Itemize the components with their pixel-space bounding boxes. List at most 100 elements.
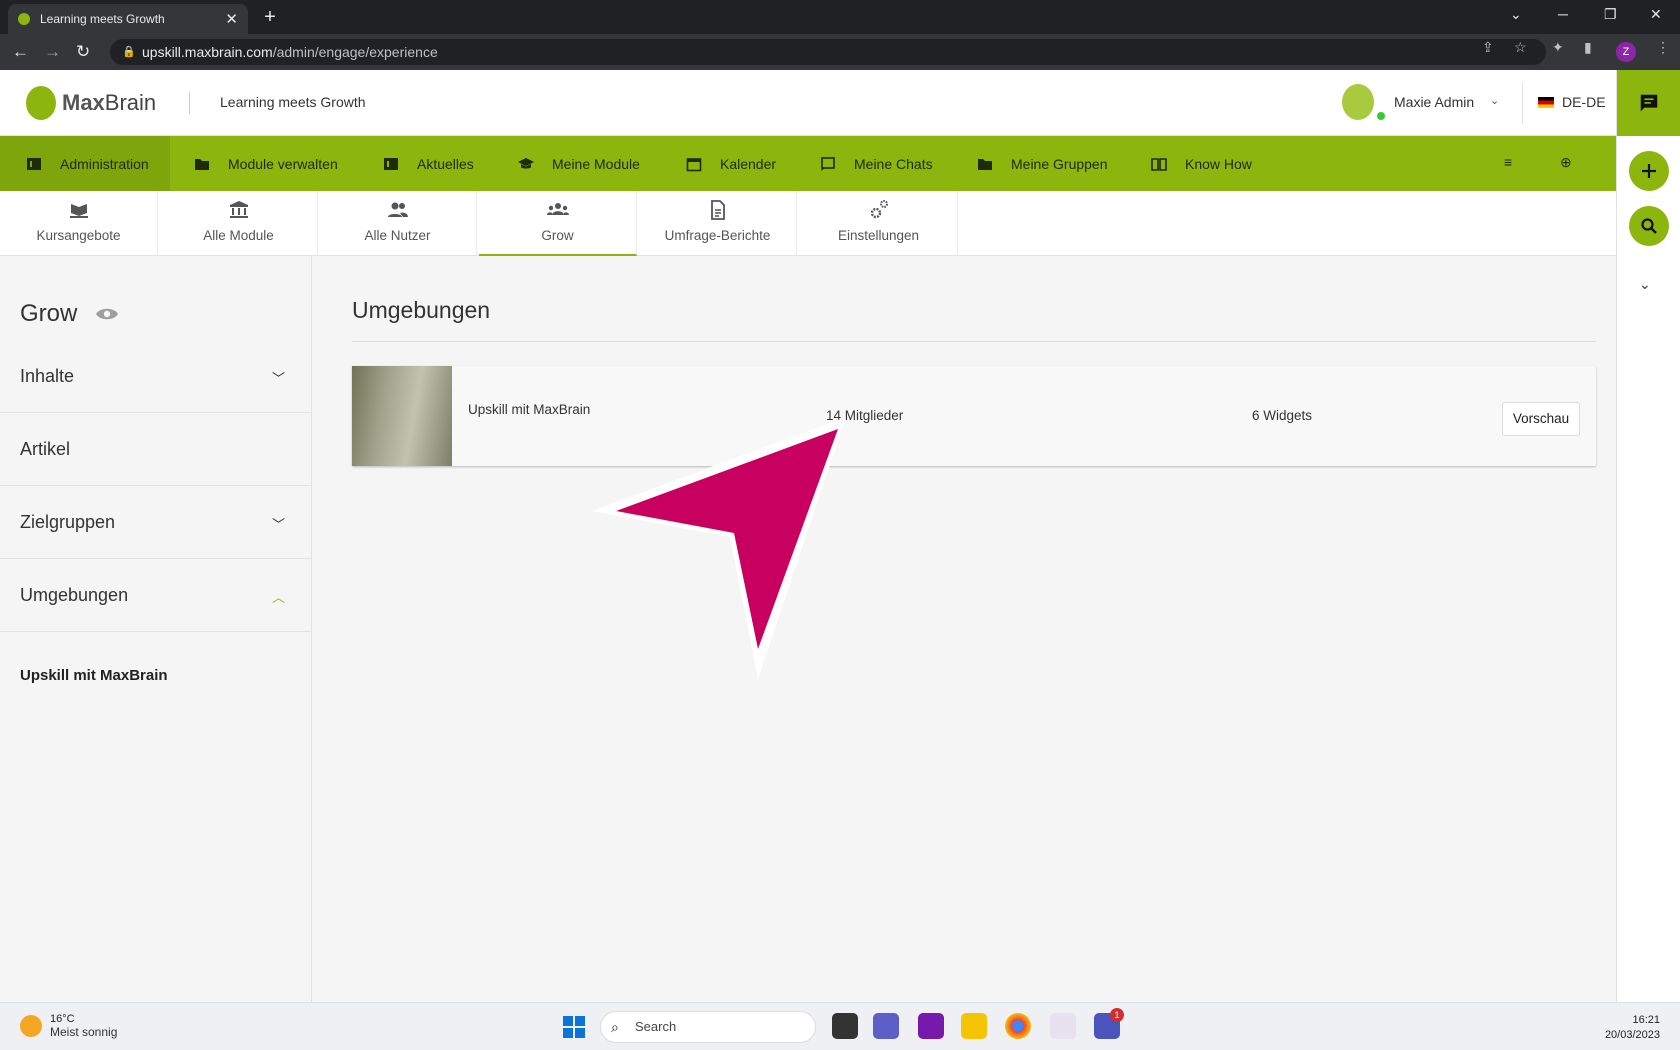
sidebar-item-inhalte[interactable]: Inhalte ﹀ — [0, 340, 311, 413]
url-path: /admin/engage/experience — [272, 44, 438, 60]
sidepanel-icon[interactable]: ▮ — [1584, 39, 1592, 56]
news-icon — [384, 157, 398, 170]
search-icon — [1641, 218, 1657, 234]
windows-start-icon[interactable] — [563, 1016, 585, 1038]
nav-module-verwalten[interactable]: Module verwalten — [194, 136, 338, 191]
add-button[interactable] — [1629, 151, 1669, 191]
sidebar-item-artikel[interactable]: Artikel — [0, 413, 311, 486]
sidebar-item-label: Artikel — [20, 439, 71, 459]
language-selector[interactable]: DE-DE — [1538, 94, 1606, 110]
nav-label: Kalender — [720, 155, 777, 172]
weather-widget[interactable]: 16°C Meist sonnig — [20, 1013, 117, 1039]
right-rail: ⌄ — [1616, 70, 1680, 1002]
extensions-icon[interactable]: ✦ — [1552, 39, 1564, 56]
nav-label: Meine Module — [552, 155, 640, 172]
maxbrain-logo[interactable]: MaxBrain — [26, 86, 156, 120]
reload-icon[interactable]: ↻ — [76, 42, 90, 62]
nav-label: Know How — [1185, 155, 1252, 172]
sidebar-item-umgebungen[interactable]: Umgebungen ︿ — [0, 559, 311, 632]
chevron-down-icon: ﹀ — [272, 517, 286, 532]
chevron-down-icon[interactable]: ⌄ — [1490, 94, 1499, 107]
language-label: DE-DE — [1562, 94, 1606, 110]
sidebar-item-label: Inhalte — [20, 366, 75, 386]
brain-logo-icon — [26, 86, 56, 120]
chrome-icon[interactable] — [1005, 1013, 1031, 1039]
tab-umfrage-berichte[interactable]: Umfrage-Berichte — [639, 191, 797, 256]
logo-text-bold: Max — [62, 90, 105, 115]
teams-chat-icon[interactable] — [873, 1013, 899, 1039]
browser-tab[interactable]: Learning meets Growth ✕ — [8, 4, 248, 34]
sidebar-item-zielgruppen[interactable]: Zielgruppen ﹀ — [0, 486, 311, 559]
tab-alle-nutzer[interactable]: Alle Nutzer — [319, 191, 477, 256]
chevron-down-icon[interactable]: ⌄ — [1639, 276, 1651, 293]
close-tab-icon[interactable]: ✕ — [225, 10, 238, 28]
profile-avatar[interactable]: Z — [1616, 42, 1636, 62]
nav-know-how[interactable]: Know How — [1151, 136, 1252, 191]
german-flag-icon — [1538, 96, 1554, 108]
calendar-icon — [686, 157, 702, 171]
pointer-arrow-icon — [592, 417, 846, 679]
forward-icon[interactable]: → — [44, 42, 61, 62]
tab-label: Alle Nutzer — [364, 228, 431, 243]
tab-grow[interactable]: Grow — [479, 191, 637, 256]
nav-administration[interactable]: Administration — [0, 136, 170, 191]
preview-button[interactable]: Vorschau — [1502, 402, 1580, 436]
user-avatar[interactable] — [1342, 84, 1374, 120]
sidebar-title-row: Grow — [20, 300, 119, 328]
file-explorer-icon[interactable] — [961, 1013, 987, 1039]
address-bar[interactable]: 🔒 upskill.maxbrain.com/admin/engage/expe… — [110, 39, 1546, 65]
plus-icon — [1642, 164, 1656, 178]
tab-einstellungen[interactable]: Einstellungen — [800, 191, 958, 256]
nav-meine-module[interactable]: Meine Module — [518, 136, 640, 191]
taskbar-search[interactable]: ⌕ Search — [600, 1011, 816, 1043]
chat-button[interactable] — [1617, 70, 1680, 136]
environment-card[interactable]: Upskill mit MaxBrain 14 Mitglieder 6 Wid… — [352, 366, 1596, 466]
sidebar-subitem-upskill[interactable]: Upskill mit MaxBrain — [20, 667, 168, 684]
tab-label: Einstellungen — [837, 228, 920, 243]
folder-icon — [195, 158, 209, 170]
minimize-icon[interactable]: ─ — [1558, 6, 1568, 22]
user-name[interactable]: Maxie Admin — [1394, 94, 1474, 110]
chevron-down-icon: ﹀ — [272, 371, 286, 386]
share-icon[interactable]: ⇪ — [1482, 39, 1494, 56]
onenote-icon[interactable] — [918, 1013, 944, 1039]
new-tab-button[interactable]: + — [258, 6, 282, 30]
tab-label: Kursangebote — [36, 228, 121, 243]
back-icon[interactable]: ← — [12, 42, 29, 62]
tab-alle-module[interactable]: Alle Module — [160, 191, 318, 256]
collapse-menu-icon[interactable]: ≡ — [1504, 154, 1512, 170]
taskbar-search-label: Search — [635, 1019, 677, 1034]
tab-kursangebote[interactable]: Kursangebote — [0, 191, 158, 256]
clock-date: 20/03/2023 — [1604, 1029, 1660, 1041]
institution-icon — [229, 201, 248, 218]
os-taskbar: 16°C Meist sonnig ⌕ Search 1 16:21 20/03… — [0, 1002, 1680, 1050]
taskbar-clock[interactable]: 16:21 20/03/2023 — [1605, 1013, 1660, 1043]
book-icon — [1151, 157, 1167, 171]
online-status-dot — [1377, 112, 1385, 120]
browser-menu-icon[interactable]: ⋮ — [1656, 39, 1670, 56]
task-view-icon[interactable] — [832, 1013, 858, 1039]
nav-label: Module verwalten — [228, 155, 338, 172]
eye-icon[interactable] — [95, 306, 119, 322]
add-circle-icon[interactable]: ⊕ — [1560, 154, 1572, 171]
nav-aktuelles[interactable]: Aktuelles — [383, 136, 474, 191]
search-button[interactable] — [1629, 206, 1669, 246]
close-window-icon[interactable]: ✕ — [1650, 6, 1662, 23]
bookmark-star-icon[interactable]: ☆ — [1514, 39, 1527, 56]
course-offer-icon — [69, 204, 88, 218]
nav-kalender[interactable]: Kalender — [686, 136, 776, 191]
nav-label: Meine Gruppen — [1011, 155, 1108, 172]
restore-icon[interactable]: ❐ — [1604, 6, 1617, 23]
groups-icon — [546, 203, 569, 215]
lock-icon: 🔒 — [122, 46, 136, 58]
tab-search-icon[interactable]: ⌄ — [1510, 6, 1522, 23]
nav-meine-gruppen[interactable]: Meine Gruppen — [977, 136, 1108, 191]
weather-temperature: 16°C — [50, 1013, 75, 1025]
nav-meine-chats[interactable]: Meine Chats — [820, 136, 933, 191]
slack-icon[interactable] — [1050, 1013, 1076, 1039]
weather-description: Meist sonnig — [50, 1025, 118, 1039]
tab-label: Alle Module — [203, 228, 274, 243]
nav-label: Aktuelles — [417, 155, 474, 172]
environment-name[interactable]: Upskill mit MaxBrain — [468, 402, 590, 417]
sidebar-item-label: Zielgruppen — [20, 512, 116, 532]
